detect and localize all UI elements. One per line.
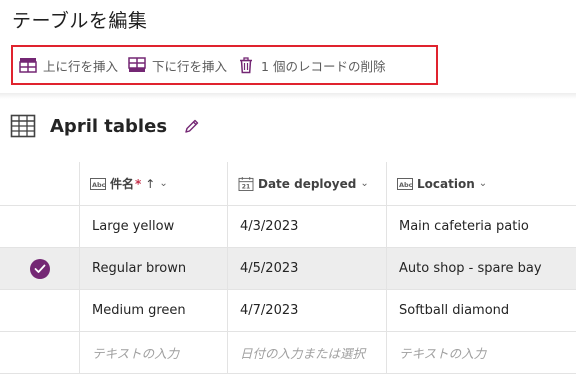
insert-row-above-label: 上に行を挿入	[43, 58, 119, 74]
delete-record-button[interactable]: 1 個のレコードの削除	[237, 53, 385, 77]
insert-row-above-icon	[19, 56, 37, 74]
command-toolbar: 上に行を挿入 下に行を挿入 1 個のレコードの削除	[11, 45, 438, 85]
table-row[interactable]: Medium green 4/7/2023 Softball diamond	[0, 290, 576, 332]
table-name: April tables	[50, 115, 168, 137]
column-header-location[interactable]: Abc Location ⌄	[387, 162, 576, 205]
cell-location[interactable]: Auto shop - spare bay	[387, 248, 576, 289]
calendar-icon: 21	[238, 176, 254, 191]
column-header-row: Abc 件名 * ↑ ⌄ 21 Date deployed ⌄ Abc Loca…	[0, 162, 576, 206]
data-grid: Abc 件名 * ↑ ⌄ 21 Date deployed ⌄ Abc Loca…	[0, 162, 576, 374]
row-selector[interactable]	[0, 248, 80, 289]
row-selector[interactable]	[0, 290, 80, 331]
delete-record-label: 1 個のレコードの削除	[261, 58, 386, 74]
column-header-name-label: 件名	[110, 177, 135, 191]
toolbar-divider	[0, 93, 576, 99]
cell-name[interactable]: Medium green	[80, 290, 228, 331]
text-type-icon: Abc	[90, 177, 106, 190]
cell-date[interactable]: 4/3/2023	[228, 206, 387, 247]
cell-name[interactable]: Large yellow	[80, 206, 228, 247]
cell-location[interactable]: Main cafeteria patio	[387, 206, 576, 247]
page-title: テーブルを編集	[12, 10, 148, 32]
chevron-down-icon[interactable]: ⌄	[360, 178, 368, 189]
sort-ascending-icon: ↑	[145, 176, 156, 191]
column-header-date[interactable]: 21 Date deployed ⌄	[228, 162, 387, 205]
table-header: April tables	[10, 113, 200, 139]
new-date-input[interactable]: 日付の入力または選択	[228, 332, 387, 373]
new-location-input[interactable]: テキストの入力	[387, 332, 576, 373]
table-row[interactable]: Regular brown 4/5/2023 Auto shop - spare…	[0, 248, 576, 290]
insert-row-below-button[interactable]: 下に行を挿入	[128, 53, 227, 77]
chevron-down-icon[interactable]: ⌄	[159, 178, 167, 189]
row-selector-header	[0, 162, 80, 205]
insert-row-below-icon	[128, 56, 146, 74]
insert-row-above-button[interactable]: 上に行を挿入	[19, 53, 118, 77]
new-name-input[interactable]: テキストの入力	[80, 332, 228, 373]
cell-location[interactable]: Softball diamond	[387, 290, 576, 331]
new-row[interactable]: テキストの入力 日付の入力または選択 テキストの入力	[0, 332, 576, 374]
checkmark-circle-icon[interactable]	[29, 258, 50, 279]
table-grid-icon	[10, 113, 36, 139]
row-selector[interactable]	[0, 206, 80, 247]
svg-text:Abc: Abc	[399, 181, 413, 189]
cell-date[interactable]: 4/5/2023	[228, 248, 387, 289]
insert-row-below-label: 下に行を挿入	[152, 58, 228, 74]
table-row[interactable]: Large yellow 4/3/2023 Main cafeteria pat…	[0, 206, 576, 248]
cell-date[interactable]: 4/7/2023	[228, 290, 387, 331]
required-marker: *	[135, 176, 142, 191]
pencil-edit-icon[interactable]	[183, 118, 200, 135]
svg-text:21: 21	[242, 183, 250, 190]
row-selector	[0, 332, 80, 373]
column-header-location-label: Location	[417, 176, 475, 191]
trash-icon	[237, 56, 255, 74]
chevron-down-icon[interactable]: ⌄	[479, 178, 487, 189]
column-header-date-label: Date deployed	[258, 176, 357, 191]
svg-text:Abc: Abc	[92, 181, 106, 189]
text-type-icon: Abc	[397, 177, 413, 190]
cell-name[interactable]: Regular brown	[80, 248, 228, 289]
column-header-name[interactable]: Abc 件名 * ↑ ⌄	[80, 162, 228, 205]
